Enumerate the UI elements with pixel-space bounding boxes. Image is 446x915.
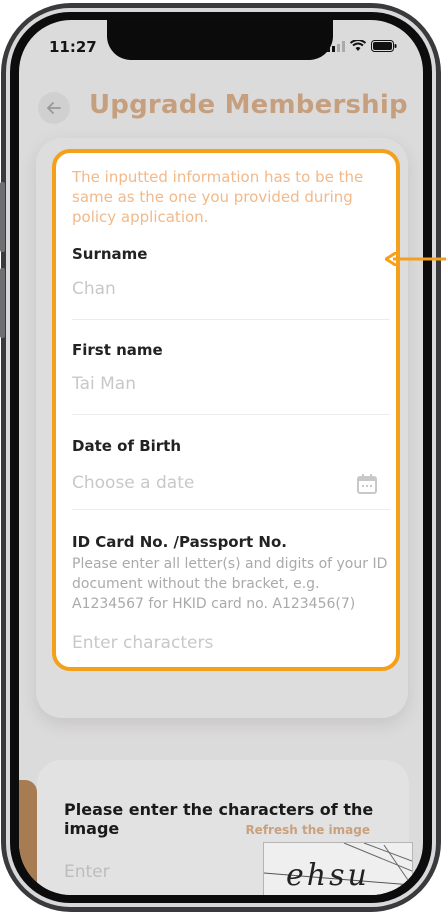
form-highlight-box: The inputted information has to be the s… (52, 149, 400, 671)
refresh-image-link[interactable]: Refresh the image (245, 823, 370, 837)
captcha-image-graphic: ehsu (263, 842, 413, 893)
first-name-label: First name (72, 341, 163, 359)
surname-label: Surname (72, 245, 148, 263)
back-button[interactable] (38, 92, 70, 124)
pointer-arrow-icon (385, 252, 446, 266)
captcha-input[interactable]: Enter (64, 862, 110, 882)
screen: 11:27 Upgrade Membership The inputted in… (19, 20, 423, 895)
dob-input[interactable]: Choose a date (72, 473, 194, 493)
wifi-icon (350, 40, 366, 51)
first-name-input[interactable]: Tai Man (72, 374, 136, 394)
status-icons (327, 40, 397, 52)
status-time: 11:27 (49, 38, 97, 56)
divider (72, 509, 390, 510)
volume-down-button (0, 268, 5, 338)
captcha-image: ehsu (263, 842, 413, 895)
phone-frame: 11:27 Upgrade Membership The inputted in… (0, 0, 446, 915)
surname-input[interactable]: Chan (72, 279, 116, 299)
id-card-input[interactable]: Enter characters (72, 633, 213, 653)
captcha-card-accent (19, 780, 37, 895)
signal-icon (327, 40, 345, 52)
captcha-text: ehsu (286, 858, 370, 893)
notch (107, 20, 333, 60)
battery-icon (371, 40, 397, 52)
back-arrow-icon (47, 102, 61, 114)
id-card-hint: Please enter all letter(s) and digits of… (72, 556, 388, 612)
id-card-label: ID Card No. /Passport No. (72, 533, 287, 551)
divider (72, 414, 390, 415)
volume-up-button (0, 182, 5, 252)
divider (72, 319, 390, 320)
calendar-icon[interactable] (356, 473, 378, 495)
page-title: Upgrade Membership (89, 90, 408, 120)
dob-label: Date of Birth (72, 437, 182, 455)
notice-text: The inputted information has to be the s… (72, 168, 364, 226)
